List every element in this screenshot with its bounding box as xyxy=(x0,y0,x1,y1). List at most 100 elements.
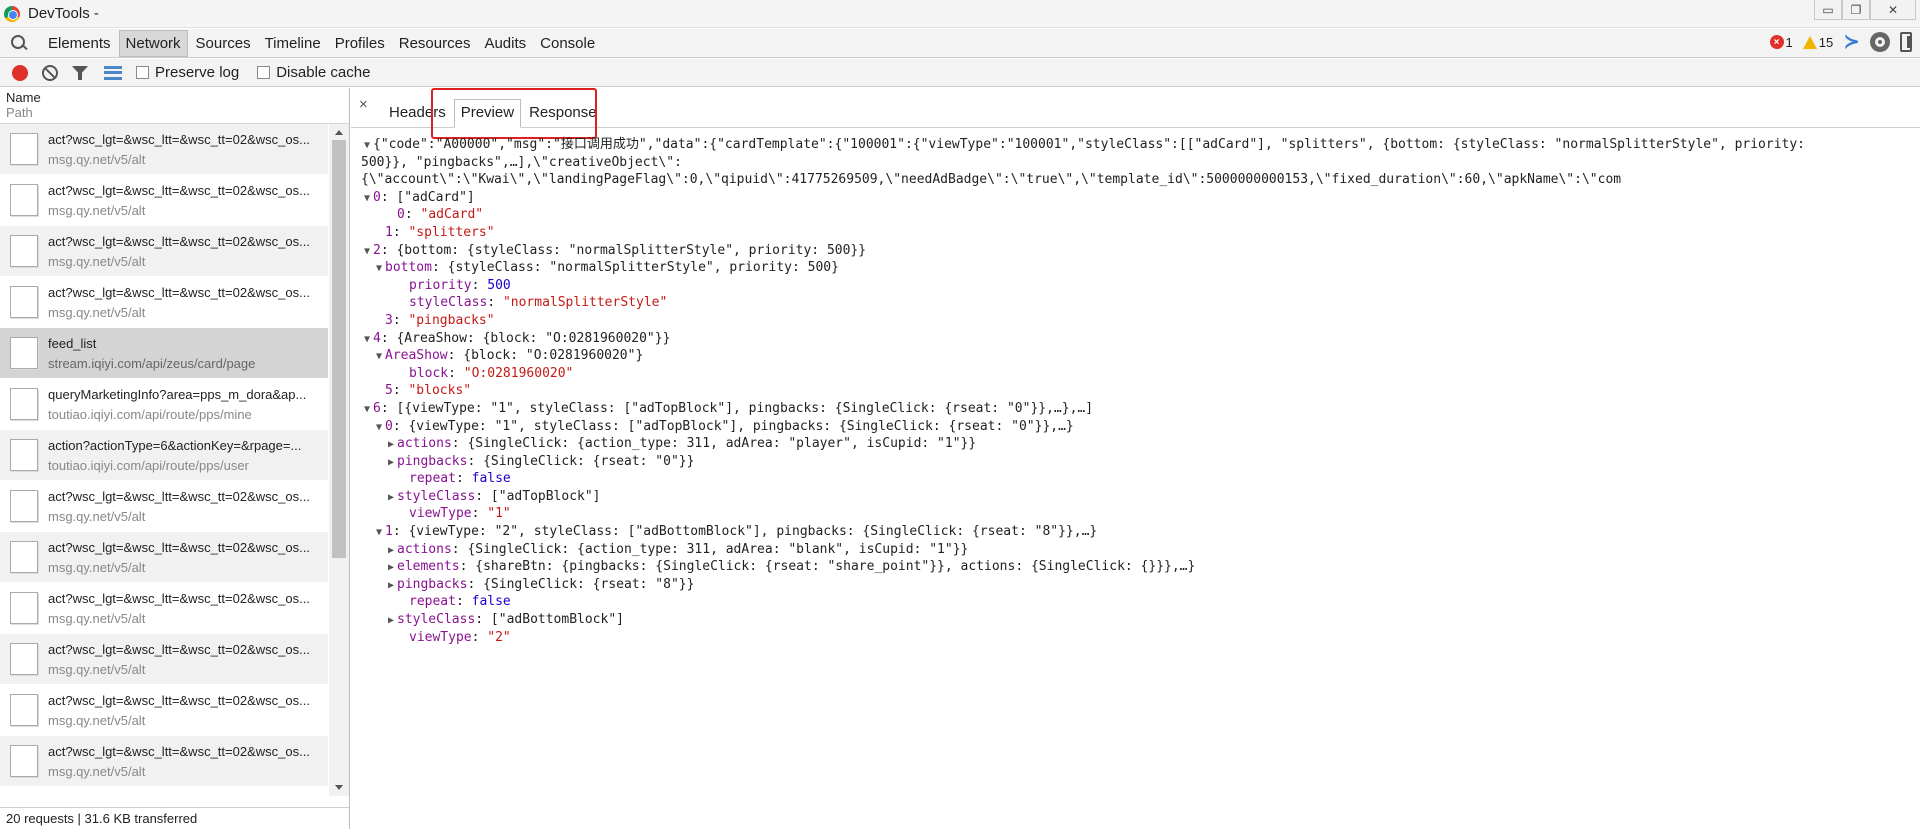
json-line[interactable]: ▼ 1: {viewType: "2", styleClass: ["adBott… xyxy=(351,523,1920,541)
expand-triangle-icon[interactable]: ▼ xyxy=(361,137,373,154)
json-value: : {AreaShow: {block: "O:0281960020"}} xyxy=(380,330,671,346)
preserve-log-box[interactable] xyxy=(136,66,149,79)
large-rows-icon[interactable] xyxy=(104,65,122,80)
tab-audits[interactable]: Audits xyxy=(478,31,532,56)
collapse-triangle-icon[interactable]: ▶ xyxy=(385,542,397,559)
collapse-triangle-icon[interactable]: ▶ xyxy=(385,612,397,629)
request-row[interactable]: act?wsc_lgt=&wsc_ltt=&wsc_tt=02&wsc_os..… xyxy=(0,787,328,796)
tab-resources[interactable]: Resources xyxy=(393,31,477,56)
request-row[interactable]: act?wsc_lgt=&wsc_ltt=&wsc_tt=02&wsc_os..… xyxy=(0,226,328,277)
json-line: repeat: false xyxy=(351,470,1920,488)
tab-profiles[interactable]: Profiles xyxy=(329,31,391,56)
record-button[interactable] xyxy=(12,64,28,81)
json-key: block xyxy=(409,365,449,381)
json-line[interactable]: ▼ AreaShow: {block: "O:0281960020"} xyxy=(351,347,1920,365)
json-line[interactable]: ▶ actions: {SingleClick: {action_type: 31… xyxy=(351,541,1920,559)
chrome-logo-icon xyxy=(4,5,20,22)
column-name-header[interactable]: Name xyxy=(6,90,343,105)
request-row[interactable]: action?actionType=6&actionKey=&rpage=...… xyxy=(0,430,328,481)
close-window-button[interactable]: ✕ xyxy=(1870,0,1916,20)
show-console-icon[interactable]: ≻ xyxy=(1843,32,1860,52)
json-line[interactable]: ▼ 0: ["adCard"] xyxy=(351,189,1920,207)
minimize-button[interactable]: ▭ xyxy=(1814,0,1842,20)
request-name: act?wsc_lgt=&wsc_ltt=&wsc_tt=02&wsc_os..… xyxy=(48,539,310,555)
document-icon xyxy=(10,235,38,267)
request-path: stream.iqiyi.com/api/zeus/card/page xyxy=(48,355,256,371)
json-line[interactable]: ▼ 6: [{viewType: "1", styleClass: ["adTop… xyxy=(351,400,1920,418)
scroll-down-icon[interactable] xyxy=(335,785,343,790)
close-detail-icon[interactable]: × xyxy=(359,96,368,113)
request-row[interactable]: act?wsc_lgt=&wsc_ltt=&wsc_tt=02&wsc_os..… xyxy=(0,277,328,328)
expand-triangle-icon[interactable]: ▼ xyxy=(361,190,373,207)
preserve-log-checkbox[interactable]: Preserve log xyxy=(136,64,239,81)
collapse-triangle-icon[interactable]: ▶ xyxy=(385,559,397,576)
inspect-search-icon[interactable] xyxy=(10,34,28,52)
tab-timeline[interactable]: Timeline xyxy=(259,31,327,56)
clear-button[interactable] xyxy=(42,64,58,81)
json-line[interactable]: ▶ styleClass: ["adTopBlock"] xyxy=(351,488,1920,506)
expand-triangle-icon[interactable]: ▼ xyxy=(361,401,373,418)
tab-network[interactable]: Network xyxy=(118,29,188,57)
request-path: toutiao.iqiyi.com/api/route/pps/mine xyxy=(48,406,252,422)
request-path: msg.qy.net/v5/alt xyxy=(48,712,146,728)
filter-icon[interactable] xyxy=(72,66,88,80)
json-line[interactable]: ▼ bottom: {styleClass: "normalSplitterSty… xyxy=(351,259,1920,277)
expand-triangle-icon[interactable]: ▼ xyxy=(373,419,385,436)
json-value: : xyxy=(455,471,472,487)
annotation-highlight-box xyxy=(431,88,597,139)
disable-cache-checkbox[interactable]: Disable cache xyxy=(257,64,370,81)
tab-sources[interactable]: Sources xyxy=(190,31,257,56)
request-row[interactable]: act?wsc_lgt=&wsc_ltt=&wsc_tt=02&wsc_os..… xyxy=(0,175,328,226)
scroll-up-icon[interactable] xyxy=(335,130,343,135)
json-line[interactable]: ▶ actions: {SingleClick: {action_type: 31… xyxy=(351,435,1920,453)
expand-triangle-icon[interactable]: ▼ xyxy=(361,243,373,260)
json-line[interactable]: ▼ 0: {viewType: "1", styleClass: ["adTopB… xyxy=(351,418,1920,436)
tab-elements[interactable]: Elements xyxy=(42,31,117,56)
json-line[interactable]: ▶ pingbacks: {SingleClick: {rseat: "8"}} xyxy=(351,576,1920,594)
dock-side-icon[interactable] xyxy=(1900,32,1912,52)
scroll-thumb[interactable] xyxy=(332,140,346,558)
collapse-triangle-icon[interactable]: ▶ xyxy=(385,436,397,453)
json-line: viewType: "2" xyxy=(351,629,1920,647)
request-row[interactable]: act?wsc_lgt=&wsc_ltt=&wsc_tt=02&wsc_os..… xyxy=(0,685,328,736)
expand-triangle-icon[interactable]: ▼ xyxy=(373,524,385,541)
json-line[interactable]: ▶ elements: {shareBtn: {pingbacks: {Singl… xyxy=(351,558,1920,576)
collapse-triangle-icon[interactable]: ▶ xyxy=(385,577,397,594)
request-list-scrollbar[interactable] xyxy=(329,124,349,796)
request-list-pane: Name Path act?wsc_lgt=&wsc_ltt=&wsc_tt=0… xyxy=(0,88,350,829)
request-list-header[interactable]: Name Path xyxy=(0,88,349,124)
request-row[interactable]: queryMarketingInfo?area=pps_m_dora&ap...… xyxy=(0,379,328,430)
request-row[interactable]: act?wsc_lgt=&wsc_ltt=&wsc_tt=02&wsc_os..… xyxy=(0,736,328,787)
request-row[interactable]: act?wsc_lgt=&wsc_ltt=&wsc_tt=02&wsc_os..… xyxy=(0,583,328,634)
json-line[interactable]: ▶ styleClass: ["adBottomBlock"] xyxy=(351,611,1920,629)
collapse-triangle-icon[interactable]: ▶ xyxy=(385,454,397,471)
request-row[interactable]: act?wsc_lgt=&wsc_ltt=&wsc_tt=02&wsc_os..… xyxy=(0,124,328,175)
json-line: 1: "splitters" xyxy=(351,224,1920,242)
expand-triangle-icon[interactable]: ▼ xyxy=(373,260,385,277)
restore-button[interactable]: ❐ xyxy=(1842,0,1870,20)
json-line[interactable]: ▼ 2: {bottom: {styleClass: "normalSplitte… xyxy=(351,242,1920,260)
request-row[interactable]: act?wsc_lgt=&wsc_ltt=&wsc_tt=02&wsc_os..… xyxy=(0,481,328,532)
expand-triangle-icon[interactable]: ▼ xyxy=(361,331,373,348)
json-key: 0 xyxy=(397,207,405,223)
error-counter[interactable]: × 1 xyxy=(1769,35,1793,50)
warning-counter[interactable]: 15 xyxy=(1802,35,1833,50)
request-path: msg.qy.net/v5/alt xyxy=(48,508,146,524)
request-row[interactable]: act?wsc_lgt=&wsc_ltt=&wsc_tt=02&wsc_os..… xyxy=(0,532,328,583)
json-value: : {SingleClick: {rseat: "8"}} xyxy=(467,576,695,592)
request-name: queryMarketingInfo?area=pps_m_dora&ap... xyxy=(48,386,307,402)
disable-cache-box[interactable] xyxy=(257,66,271,79)
request-text: act?wsc_lgt=&wsc_ltt=&wsc_tt=02&wsc_os..… xyxy=(48,234,328,269)
json-value: : {SingleClick: {action_type: 311, adAre… xyxy=(451,541,969,557)
request-name: act?wsc_lgt=&wsc_ltt=&wsc_tt=02&wsc_os..… xyxy=(48,131,310,147)
request-row[interactable]: feed_list stream.iqiyi.com/api/zeus/card/… xyxy=(0,328,328,379)
gear-icon[interactable] xyxy=(1870,32,1890,52)
json-line[interactable]: ▼ 4: {AreaShow: {block: "O:0281960020"}} xyxy=(351,330,1920,348)
request-row[interactable]: act?wsc_lgt=&wsc_ltt=&wsc_tt=02&wsc_os..… xyxy=(0,634,328,685)
expand-triangle-icon[interactable]: ▼ xyxy=(373,348,385,365)
json-line[interactable]: ▶ pingbacks: {SingleClick: {rseat: "0"}} xyxy=(351,453,1920,471)
tab-console[interactable]: Console xyxy=(534,31,601,56)
json-value: "splitters" xyxy=(408,224,495,240)
json-line[interactable]: ▼ {"code":"A00000","msg":"接口调用成功","data":… xyxy=(351,136,1920,154)
collapse-triangle-icon[interactable]: ▶ xyxy=(385,489,397,506)
